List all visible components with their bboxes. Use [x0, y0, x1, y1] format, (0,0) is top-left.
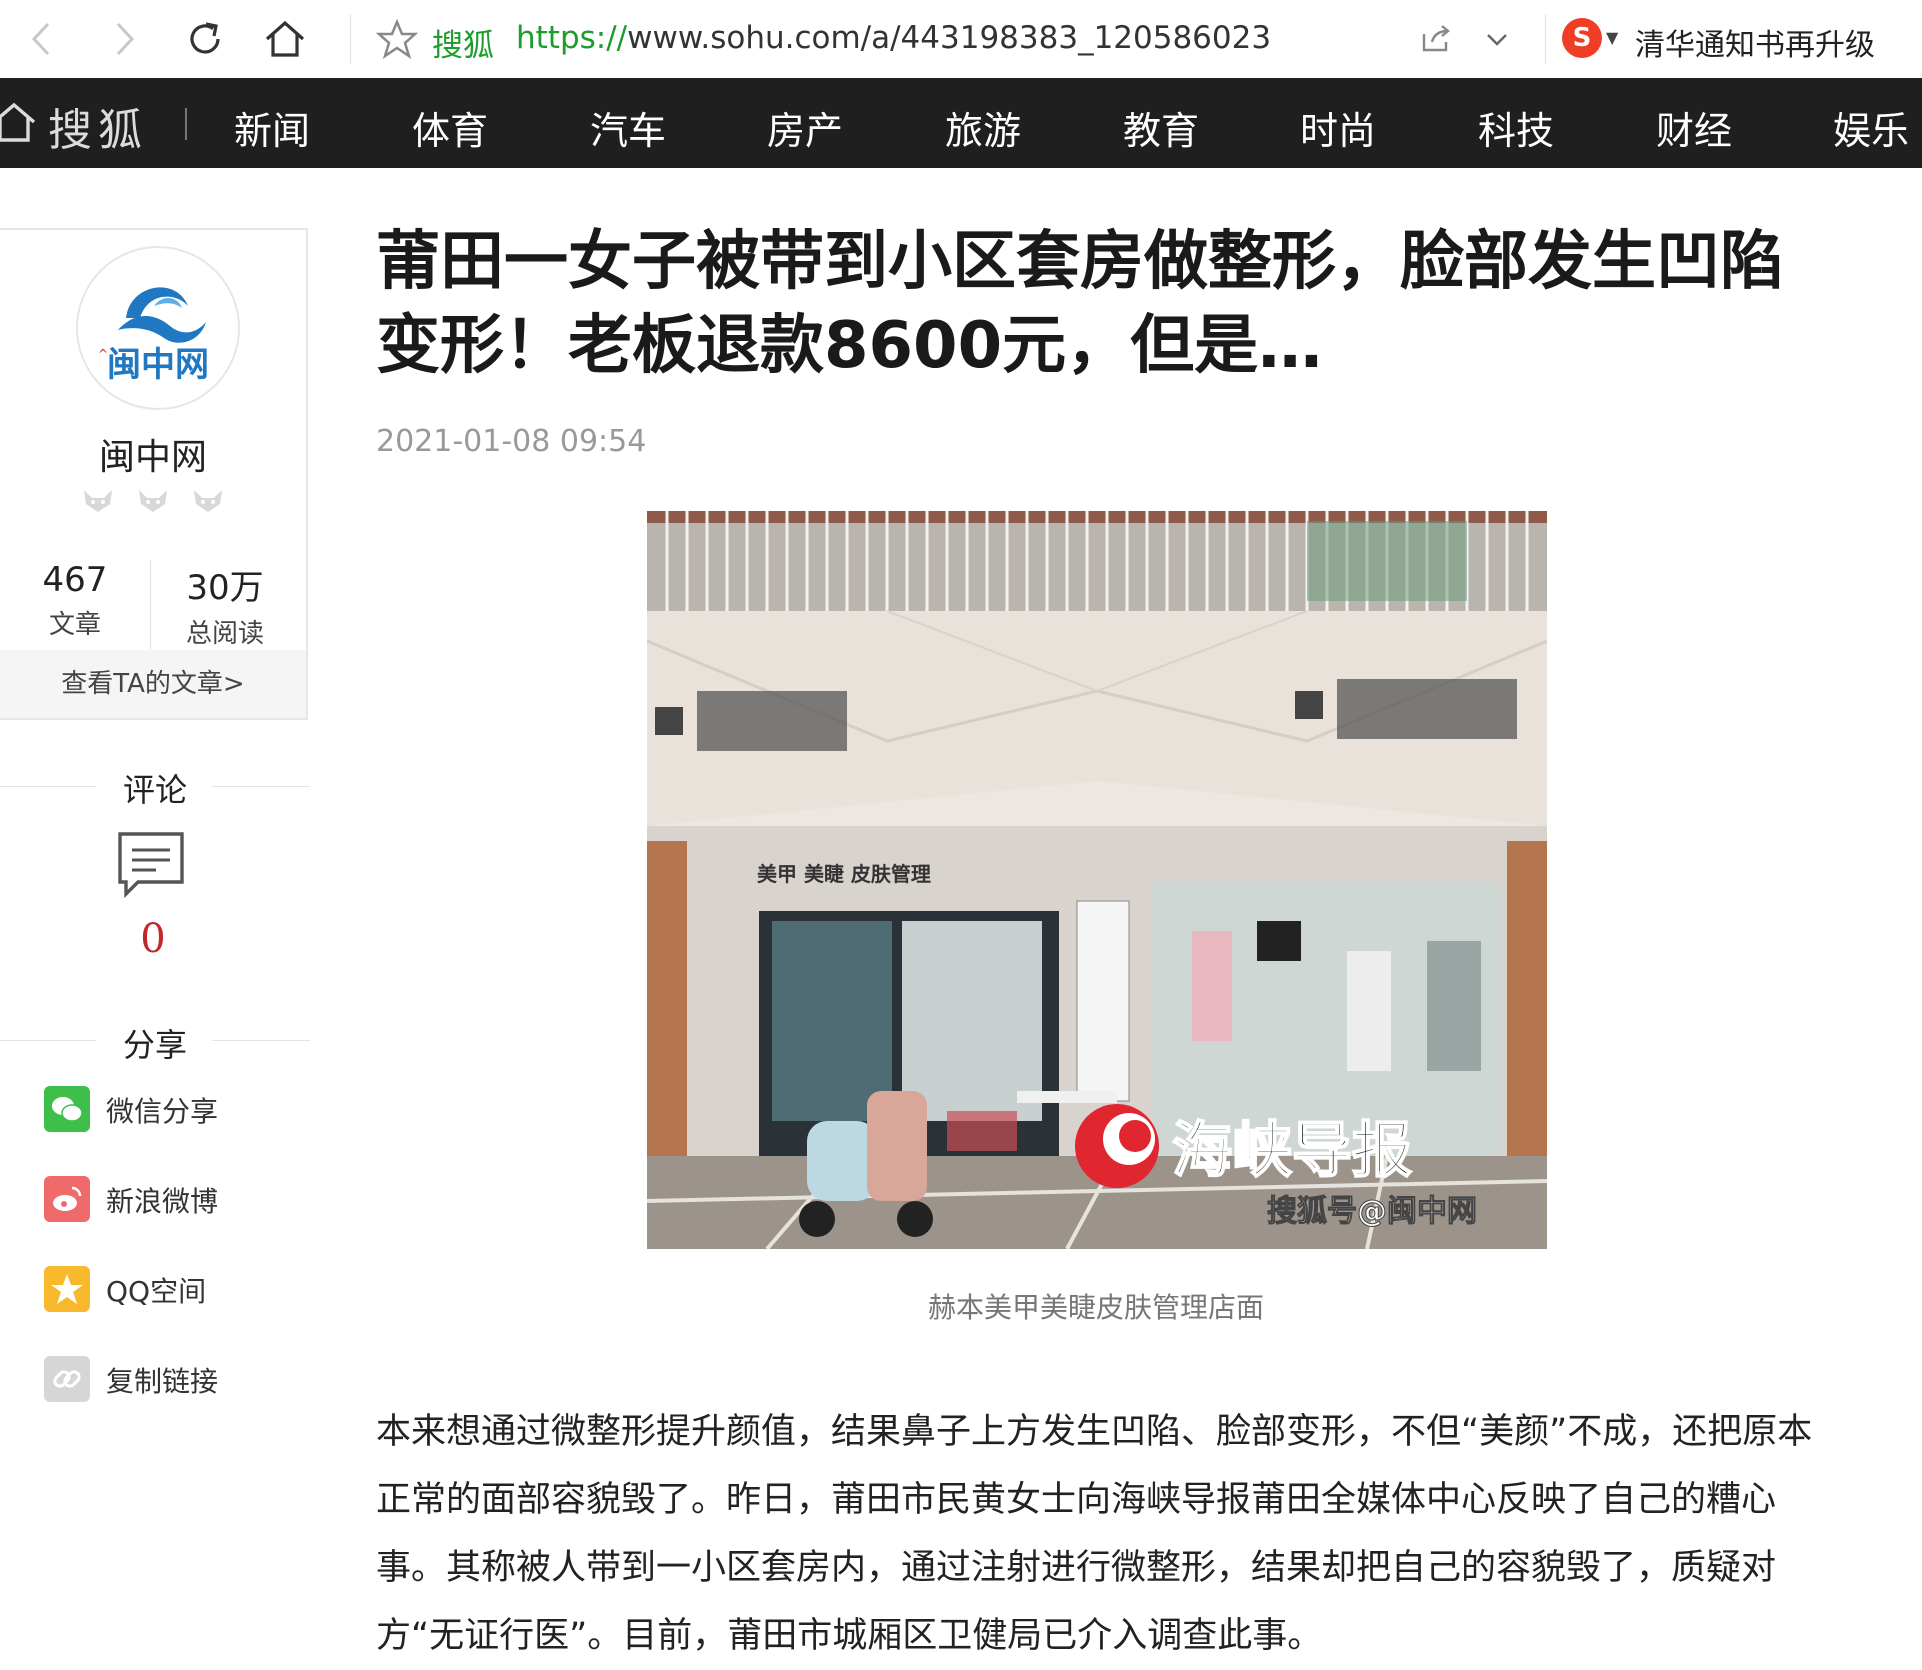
share-copy-link-label: 复制链接	[106, 1365, 219, 1398]
toolbar-separator	[350, 14, 351, 64]
articles-label: 文章	[48, 610, 101, 640]
chevron-down-icon[interactable]	[1482, 24, 1512, 54]
browser-toolbar: 搜狐 https://www.sohu.com/a/443198383_1205…	[0, 0, 1922, 79]
author-name[interactable]: 闽中网	[0, 428, 306, 480]
minzhongwang-logo: 闽中网 ^	[98, 287, 209, 385]
photo-watermark-sub: 搜狐号@闽中网	[1267, 1194, 1477, 1229]
comment-icon[interactable]	[116, 830, 186, 900]
nav-item-finance[interactable]: 财经	[1656, 100, 1732, 155]
nav-item-entertainment[interactable]: 娱乐	[1833, 100, 1909, 155]
sohu-logo[interactable]: 搜狐	[48, 94, 148, 158]
article-paragraph: 本来想通过微整形提升颜值，结果鼻子上方发生凹陷、脸部变形，不但“美颜”不成，还把…	[376, 1412, 1813, 1656]
nav-item-tech[interactable]: 科技	[1478, 100, 1554, 155]
storefront-photo: 美甲 美睫 皮肤管理 海峡导报 搜狐号@闽中网	[647, 511, 1547, 1249]
url-protocol: https://	[516, 20, 628, 56]
share-title: 分享	[122, 1026, 187, 1064]
reads-label: 总阅读	[185, 619, 264, 649]
forward-arrow-icon[interactable]	[100, 16, 146, 62]
fox-badge-icon	[83, 490, 112, 512]
nav-item-auto[interactable]: 汽车	[590, 100, 666, 155]
url-path: www.sohu.com/a/443198383_120586023	[627, 20, 1272, 56]
nav-item-travel[interactable]: 旅游	[945, 100, 1021, 155]
nav-item-sports[interactable]: 体育	[412, 100, 488, 155]
comment-count[interactable]: 0	[0, 916, 306, 962]
toolbar-separator	[1545, 14, 1546, 64]
search-suggestion-text[interactable]: 清华通知书再升级	[1635, 20, 1875, 64]
nav-divider	[185, 108, 187, 140]
nav-home-icon[interactable]	[0, 100, 40, 144]
share-icon[interactable]	[1418, 22, 1452, 56]
svg-text:^: ^	[98, 347, 108, 361]
author-level-badges	[0, 486, 306, 518]
back-arrow-icon[interactable]	[20, 16, 66, 62]
comments-title: 评论	[122, 771, 187, 809]
nav-item-news[interactable]: 新闻	[234, 100, 310, 155]
article-date: 2021-01-08 09:54	[376, 424, 647, 459]
article-title: 莆田一女子被带到小区套房做整形，脸部发生凹陷变形！老板退款8600元，但是…	[376, 225, 1784, 383]
address-url[interactable]: https://www.sohu.com/a/443198383_1205860…	[516, 20, 1271, 56]
nav-item-education[interactable]: 教育	[1123, 100, 1199, 155]
view-author-articles-link[interactable]: 查看TA的文章>	[0, 650, 306, 718]
author-avatar[interactable]: 闽中网 ^	[76, 246, 240, 410]
fox-badge-icon	[139, 490, 167, 512]
nav-item-fashion[interactable]: 时尚	[1300, 100, 1376, 155]
stat-articles: 467 文章	[0, 560, 150, 641]
qzone-star-icon	[44, 1266, 90, 1312]
photo-caption: 赫本美甲美睫皮肤管理店面	[927, 1291, 1264, 1324]
left-sidebar: 闽中网 ^ 闽中网 467 文章 30万 总阅读 查看TA的文章> 评论 0 分…	[0, 168, 310, 1661]
article-photo[interactable]: 美甲 美睫 皮肤管理 海峡导报 搜狐号@闽中网	[647, 511, 1547, 1249]
fox-badge-icon	[194, 490, 223, 512]
logo-text: 闽中网	[107, 345, 209, 385]
nav-item-realestate[interactable]: 房产	[767, 100, 843, 155]
link-icon	[44, 1356, 90, 1402]
reads-count: 30万	[186, 568, 264, 608]
share-wechat-label: 微信分享	[106, 1095, 219, 1128]
stat-reads: 30万 总阅读	[150, 560, 300, 650]
wechat-icon	[44, 1086, 90, 1132]
site-nav-bar: 搜狐 新闻 体育 汽车 房产 旅游 教育 时尚 科技 财经 娱乐	[0, 78, 1922, 168]
photo-shop-sign: 美甲 美睫 皮肤管理	[757, 862, 931, 886]
home-icon[interactable]	[262, 16, 308, 62]
address-site-name[interactable]: 搜狐	[432, 20, 494, 65]
star-icon[interactable]	[375, 18, 419, 60]
weibo-icon	[44, 1176, 90, 1222]
sogou-search-engine-icon[interactable]: S	[1562, 18, 1602, 58]
articles-count: 467	[42, 560, 108, 600]
author-card: 闽中网 ^ 闽中网 467 文章 30万 总阅读 查看TA的文章>	[0, 228, 308, 720]
search-engine-caret-icon[interactable]: ▼	[1606, 28, 1618, 47]
share-qzone-label: QQ空间	[106, 1275, 207, 1308]
share-weibo-label: 新浪微博	[106, 1185, 219, 1218]
reload-icon[interactable]	[182, 16, 228, 62]
photo-watermark: 海峡导报	[1172, 1116, 1412, 1186]
